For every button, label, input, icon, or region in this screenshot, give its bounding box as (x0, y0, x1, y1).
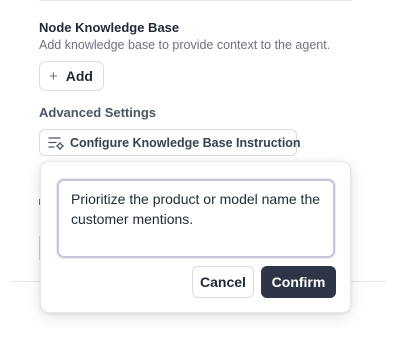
cancel-button[interactable]: Cancel (192, 266, 254, 298)
configure-instruction-label: Configure Knowledge Base Instruction (70, 135, 301, 150)
instruction-textarea[interactable]: Prioritize the product or model name the… (57, 179, 335, 258)
instruction-popover: Prioritize the product or model name the… (40, 161, 351, 313)
knowledge-base-description: Add knowledge base to provide context to… (39, 38, 331, 52)
add-knowledge-base-button[interactable]: + Add (39, 61, 104, 91)
configure-instruction-button[interactable]: Configure Knowledge Base Instruction (39, 129, 301, 156)
advanced-settings-title: Advanced Settings (39, 105, 157, 120)
top-divider (39, 0, 352, 1)
plus-icon: + (49, 67, 58, 85)
knowledge-base-title: Node Knowledge Base (39, 20, 180, 35)
confirm-button[interactable]: Confirm (261, 266, 336, 298)
settings-list-icon (48, 136, 64, 150)
node-settings-panel: Node Knowledge Base Add knowledge base t… (0, 0, 395, 339)
add-button-label: Add (65, 68, 93, 84)
